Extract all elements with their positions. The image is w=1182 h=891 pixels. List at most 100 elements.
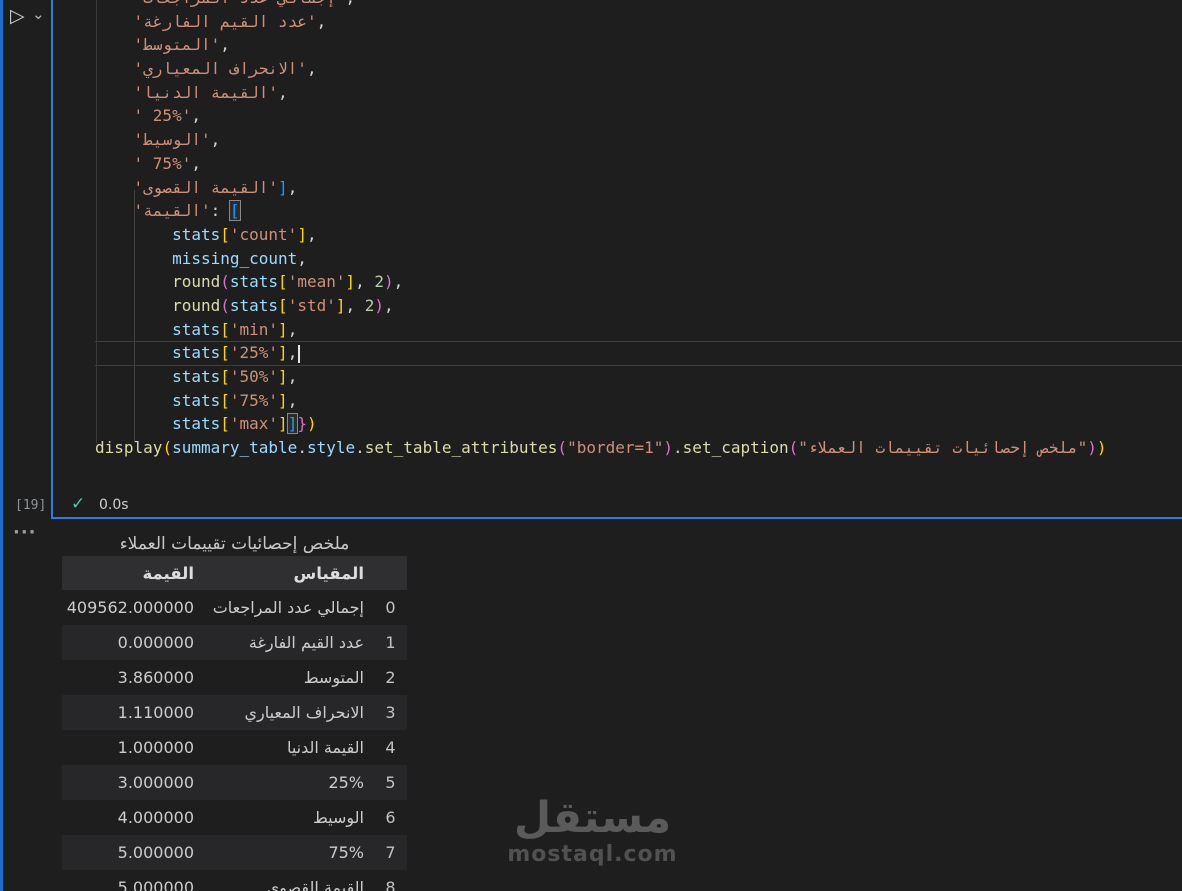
- table-row: 0.000000 عدد القيم الفارغة 1: [62, 625, 407, 660]
- code-token: stats: [172, 390, 221, 410]
- chevron-down-icon[interactable]: ⌄: [32, 2, 45, 26]
- code-token: round: [172, 272, 221, 292]
- code-line[interactable]: 'المتوسط',: [95, 33, 1107, 57]
- code-token: ,: [220, 35, 230, 55]
- code-token: (: [788, 438, 799, 458]
- code-token: [: [278, 272, 288, 292]
- matched-bracket: ]: [286, 413, 299, 435]
- code-token: ,: [191, 153, 201, 173]
- value-cell: 0.000000: [62, 625, 204, 660]
- code-token: (: [220, 272, 230, 292]
- code-line[interactable]: stats['max']]}): [95, 412, 1107, 436]
- code-token: ): [1096, 438, 1107, 458]
- code-token: ]: [345, 272, 356, 292]
- table-header-row: القيمة المقياس: [62, 556, 407, 590]
- code-line[interactable]: 'القيمة': [: [95, 199, 1107, 223]
- table-row: 3.860000 المتوسط 2: [62, 660, 407, 695]
- code-token: ]: [278, 414, 288, 434]
- code-token: ' 25%': [133, 106, 192, 126]
- code-token: ,: [287, 367, 298, 386]
- code-line[interactable]: stats['min'],: [95, 318, 1107, 342]
- code-line[interactable]: display(summary_table.style.set_table_at…: [95, 436, 1107, 460]
- code-token: ]: [278, 367, 288, 386]
- code-token: .: [297, 438, 307, 458]
- code-line[interactable]: 'إجمالي عدد المراجعات',: [95, 0, 1107, 10]
- metric-cell: عدد القيم الفارغة: [204, 625, 374, 660]
- cell-focus-border-bottom: [51, 517, 1182, 519]
- table-row: 409562.000000 إجمالي عدد المراجعات 0: [62, 590, 407, 625]
- code-token: set_table_attributes: [364, 438, 558, 458]
- value-cell: 3.000000: [62, 765, 204, 800]
- execution-count: [19]: [15, 498, 47, 513]
- code-token: 'std': [287, 295, 336, 315]
- code-token: 'count': [229, 224, 298, 244]
- code-token: [: [220, 367, 230, 386]
- code-token: [: [220, 343, 230, 363]
- text-cursor: [298, 344, 301, 363]
- metric-cell: الانحراف المعياري: [204, 695, 374, 730]
- active-cell-indicator-bar: [0, 0, 3, 891]
- code-token: stats: [172, 224, 221, 244]
- code-line[interactable]: stats['50%'],: [95, 365, 1107, 389]
- code-token: ,: [210, 130, 221, 150]
- column-header-index: [374, 556, 407, 590]
- code-token: 'القيمة': [133, 201, 211, 221]
- code-token: ,: [287, 177, 298, 197]
- code-token: '75%': [229, 390, 279, 410]
- output-more-actions-button[interactable]: ···: [13, 522, 37, 543]
- code-token: ,: [345, 295, 365, 315]
- column-header-metric: المقياس: [204, 556, 374, 590]
- code-line[interactable]: stats['75%'],: [95, 389, 1107, 413]
- code-line[interactable]: stats['25%'],: [95, 341, 1107, 365]
- code-token: summary_table: [172, 438, 298, 458]
- code-token: ,: [384, 295, 394, 315]
- value-cell: 5.000000: [62, 835, 204, 870]
- code-token: round: [172, 295, 221, 315]
- code-token: stats: [229, 295, 279, 315]
- code-token: style: [306, 438, 356, 458]
- code-line[interactable]: 'عدد القيم الفارغة',: [95, 10, 1107, 34]
- code-line[interactable]: 'الوسيط',: [95, 128, 1107, 152]
- metric-cell: 25%: [204, 765, 374, 800]
- code-editor[interactable]: 'إجمالي عدد المراجعات', 'عدد القيم الفار…: [95, 0, 1107, 460]
- metric-cell: 75%: [204, 835, 374, 870]
- table-row: 5.000000 القيمة القصوى 8: [62, 870, 407, 891]
- code-token: 2: [374, 272, 385, 292]
- code-line[interactable]: ' 75%',: [95, 152, 1107, 176]
- code-token: missing_count: [172, 248, 298, 268]
- code-line[interactable]: 'الانحراف المعياري',: [95, 57, 1107, 81]
- run-cell-icon[interactable]: ▷: [10, 4, 25, 28]
- code-token: }: [297, 414, 307, 434]
- code-token: ,: [287, 390, 298, 410]
- code-line[interactable]: 'القيمة القصوى'],: [95, 176, 1107, 200]
- code-token: ,: [393, 272, 404, 292]
- code-token: ,: [191, 106, 201, 126]
- execution-duration: 0.0s: [99, 497, 129, 513]
- code-line[interactable]: round(stats['std'], 2),: [95, 294, 1107, 318]
- code-line[interactable]: round(stats['mean'], 2),: [95, 270, 1107, 294]
- code-token: (: [162, 438, 173, 458]
- metric-cell: القيمة القصوى: [266, 878, 364, 891]
- code-token: ,: [316, 11, 327, 31]
- code-token: [: [220, 319, 230, 339]
- code-token: stats: [172, 367, 221, 386]
- table-row: 4.000000 الوسيط 6: [62, 800, 407, 835]
- code-line[interactable]: ' 25%',: [95, 104, 1107, 128]
- code-token: 'إجمالي عدد المراجعات': [134, 0, 346, 7]
- value-cell: 1.110000: [62, 695, 204, 730]
- code-token: [: [278, 295, 288, 315]
- code-line[interactable]: missing_count,: [95, 247, 1107, 271]
- code-line[interactable]: 'القيمة الدنيا',: [95, 81, 1107, 105]
- code-line[interactable]: stats['count'],: [95, 223, 1107, 247]
- code-token: ]: [278, 343, 288, 363]
